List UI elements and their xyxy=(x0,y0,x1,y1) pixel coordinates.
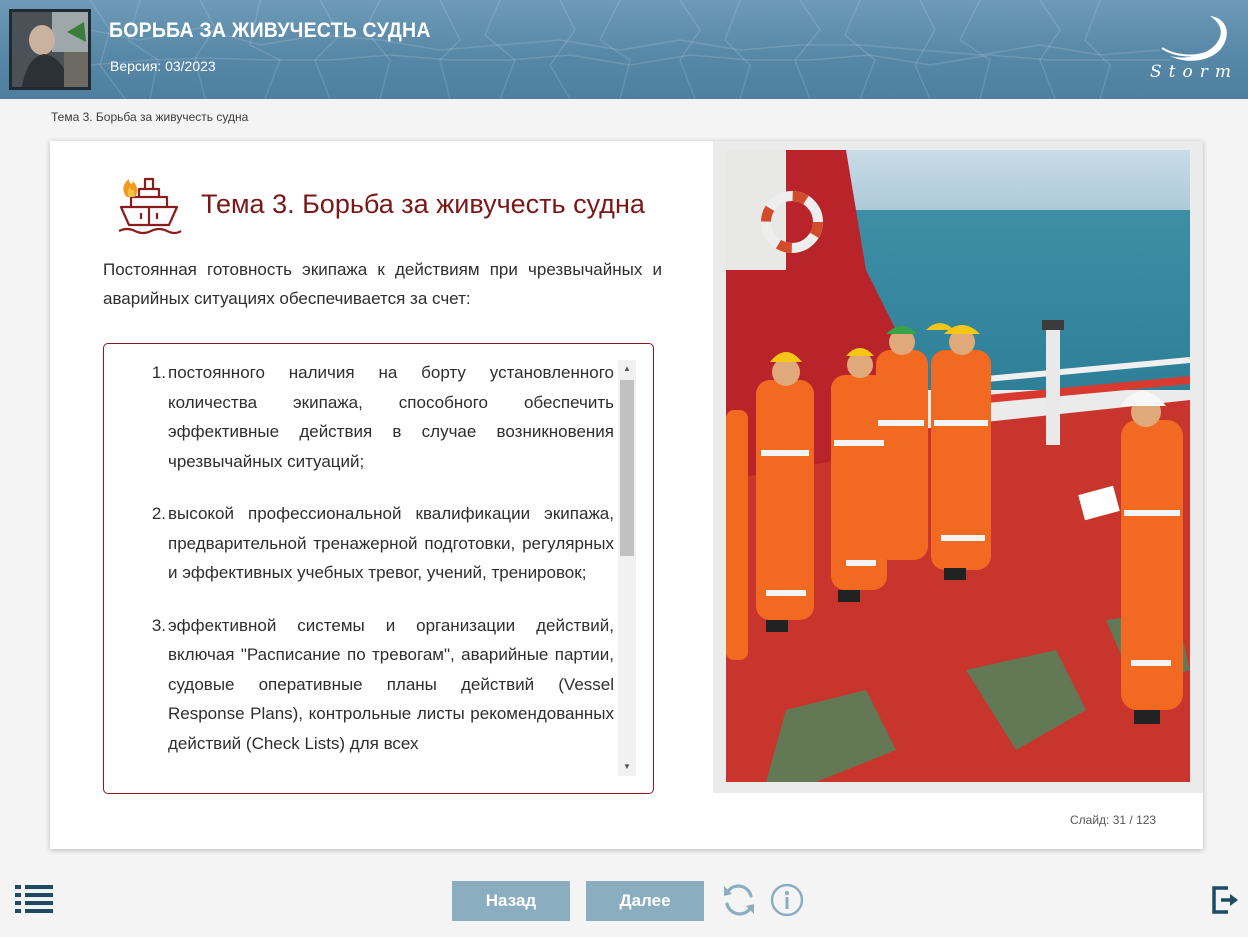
course-avatar-image xyxy=(9,9,91,90)
slide-title: Тема 3. Борьба за живучесть судна xyxy=(201,189,645,219)
numbered-list: 1. постоянного наличия на борту установл… xyxy=(104,358,614,781)
intro-paragraph: Постоянная готовность экипажа к действия… xyxy=(103,260,662,308)
back-button[interactable]: Назад xyxy=(452,881,570,921)
slide-counter-label: Слайд: xyxy=(1070,813,1110,827)
crew-drill-photo xyxy=(726,150,1190,782)
version-label: Версия: 03/2023 xyxy=(110,58,216,74)
slide-counter: Слайд: 31 / 123 xyxy=(1070,813,1156,827)
course-title: БОРЬБА ЗА ЖИВУЧЕСТЬ СУДНА xyxy=(109,19,431,42)
list-item-number: 3. xyxy=(151,615,166,635)
scrollable-list-box[interactable]: 1. постоянного наличия на борту установл… xyxy=(103,343,654,794)
list-item-text: высокой профессиональной квалификации эк… xyxy=(168,504,614,582)
slide-counter-value: 31 / 123 xyxy=(1112,813,1157,827)
list-item-text: эффективной системы и организации действ… xyxy=(168,615,614,753)
list-item-text: постоянного наличия на борту установленн… xyxy=(168,363,614,471)
slide-card: Тема 3. Борьба за живучесть судна Постоя… xyxy=(50,141,1203,849)
ship-fire-icon xyxy=(118,177,182,235)
app-header: БОРЬБА ЗА ЖИВУЧЕСТЬ СУДНА Версия: 03/202… xyxy=(0,0,1248,99)
avatar-illustration xyxy=(12,12,88,87)
list-item-number: 2. xyxy=(151,504,166,523)
header-background-pattern xyxy=(89,0,1170,99)
breadcrumb: Тема 3. Борьба за живучесть судна xyxy=(51,110,249,124)
scroll-down-arrow-icon[interactable]: ▼ xyxy=(618,758,636,776)
list-scrollbar[interactable]: ▲ ▼ xyxy=(618,360,636,776)
photo-panel xyxy=(713,141,1203,793)
exit-icon[interactable] xyxy=(1212,886,1240,914)
list-item: 3. эффективной системы и организации дей… xyxy=(104,611,614,759)
info-icon[interactable] xyxy=(770,883,804,917)
list-item: 2. высокой профессиональной квалификации… xyxy=(104,499,614,588)
scrollbar-thumb[interactable] xyxy=(620,380,634,556)
reload-icon[interactable] xyxy=(721,882,757,918)
list-item: 1. постоянного наличия на борту установл… xyxy=(104,358,614,476)
scroll-up-arrow-icon[interactable]: ▲ xyxy=(618,360,636,378)
menu-list-icon[interactable] xyxy=(15,885,53,913)
next-button[interactable]: Далее xyxy=(586,881,704,921)
list-item-number: 1. xyxy=(151,363,166,382)
storm-logo-text: Storm xyxy=(1150,62,1238,82)
